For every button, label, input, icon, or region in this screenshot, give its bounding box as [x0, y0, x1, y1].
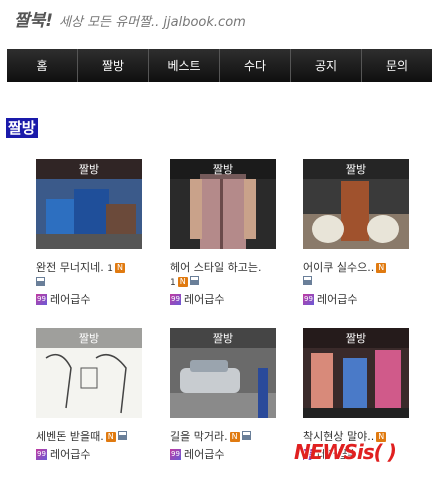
- post-card: 짤방 헤어 스타일 하고는. 1N 99 레어급수: [170, 159, 276, 307]
- nav-home[interactable]: 홈: [7, 49, 78, 82]
- thumbnail-category-label: 짤방: [36, 159, 142, 179]
- site-header: 짤북! 세상 모든 유머짤.. jjalbook.com: [14, 6, 246, 31]
- thumbnail-category-label: 짤방: [36, 328, 142, 348]
- post-author: 99 레어급수: [170, 291, 276, 307]
- post-author: 99 레어급수: [36, 291, 142, 307]
- site-title[interactable]: 짤북!: [14, 6, 53, 31]
- post-title[interactable]: 세벤돈 받을때.: [36, 430, 104, 443]
- new-badge-icon: N: [177, 277, 188, 287]
- author-name[interactable]: 레어급수: [50, 446, 90, 462]
- nav-notice[interactable]: 공지: [291, 49, 362, 82]
- nav-inquiry[interactable]: 문의: [362, 49, 432, 82]
- author-name[interactable]: 레어급수: [50, 291, 90, 307]
- author-name[interactable]: 레어급수: [317, 291, 357, 307]
- post-title-row: 헤어 스타일 하고는. 1N: [170, 261, 276, 291]
- image-attachment-icon: [36, 277, 45, 286]
- post-title[interactable]: 길을 막거라.: [170, 430, 228, 443]
- post-thumbnail[interactable]: 짤방: [170, 159, 276, 249]
- post-card: 짤방 길을 막거라. N 99 레어급수: [170, 328, 276, 462]
- post-thumbnail[interactable]: 짤방: [170, 328, 276, 418]
- post-title-row: 완전 무너지네. 1N: [36, 261, 142, 291]
- comment-count: 1: [107, 264, 113, 274]
- new-badge-icon: N: [105, 432, 116, 442]
- user-level-icon: 99: [36, 293, 47, 305]
- user-level-icon: 99: [36, 448, 47, 460]
- post-card: 짤방 완전 무너지네. 1N 99 레어급수: [36, 159, 142, 307]
- new-badge-icon: N: [376, 263, 387, 273]
- thumbnail-category-label: 짤방: [170, 328, 276, 348]
- main-nav: 홈 짤방 베스트 수다 공지 문의: [7, 49, 432, 82]
- new-badge-icon: N: [114, 263, 125, 273]
- user-level-icon: 99: [303, 293, 314, 305]
- post-thumbnail[interactable]: 짤방: [303, 159, 409, 249]
- thumbnail-category-label: 짤방: [170, 159, 276, 179]
- user-level-icon: 99: [170, 448, 181, 460]
- post-thumbnail[interactable]: 짤방: [36, 159, 142, 249]
- post-author: 99 레어급수: [36, 446, 142, 462]
- author-name[interactable]: 레어급수: [184, 291, 224, 307]
- post-title[interactable]: 헤어 스타일 하고는.: [170, 261, 261, 274]
- image-attachment-icon: [241, 431, 251, 440]
- image-attachment-icon: [189, 276, 199, 285]
- post-author: 99 레어급수: [303, 291, 409, 307]
- post-card: 짤방 세벤돈 받을때. N 99 레어급수: [36, 328, 142, 462]
- thumbnail-category-label: 짤방: [303, 159, 409, 179]
- post-thumbnail[interactable]: 짤방: [303, 328, 409, 418]
- new-badge-icon: N: [229, 432, 240, 442]
- post-author: 99 레어급수: [170, 446, 276, 462]
- user-level-icon: 99: [170, 293, 181, 305]
- post-title[interactable]: 어이쿠 실수으..: [303, 261, 374, 274]
- image-attachment-icon: [117, 431, 127, 440]
- site-tagline: 세상 모든 유머짤.. jjalbook.com: [59, 15, 246, 30]
- nav-suda[interactable]: 수다: [220, 49, 291, 82]
- thumbnail-category-label: 짤방: [303, 328, 409, 348]
- newsis-watermark: NEWSis( ): [294, 440, 397, 464]
- post-title[interactable]: 완전 무너지네.: [36, 261, 104, 274]
- image-attachment-icon: [303, 276, 312, 285]
- post-thumbnail[interactable]: 짤방: [36, 328, 142, 418]
- nav-best[interactable]: 베스트: [149, 49, 220, 82]
- post-card: 짤방 어이쿠 실수으.. N 99 레어급수: [303, 159, 409, 307]
- comment-count: 1: [170, 278, 176, 288]
- section-title: 짤방: [6, 118, 38, 138]
- nav-jjalbang[interactable]: 짤방: [78, 49, 149, 82]
- post-title-row: 어이쿠 실수으.. N: [303, 261, 409, 291]
- author-name[interactable]: 레어급수: [184, 446, 224, 462]
